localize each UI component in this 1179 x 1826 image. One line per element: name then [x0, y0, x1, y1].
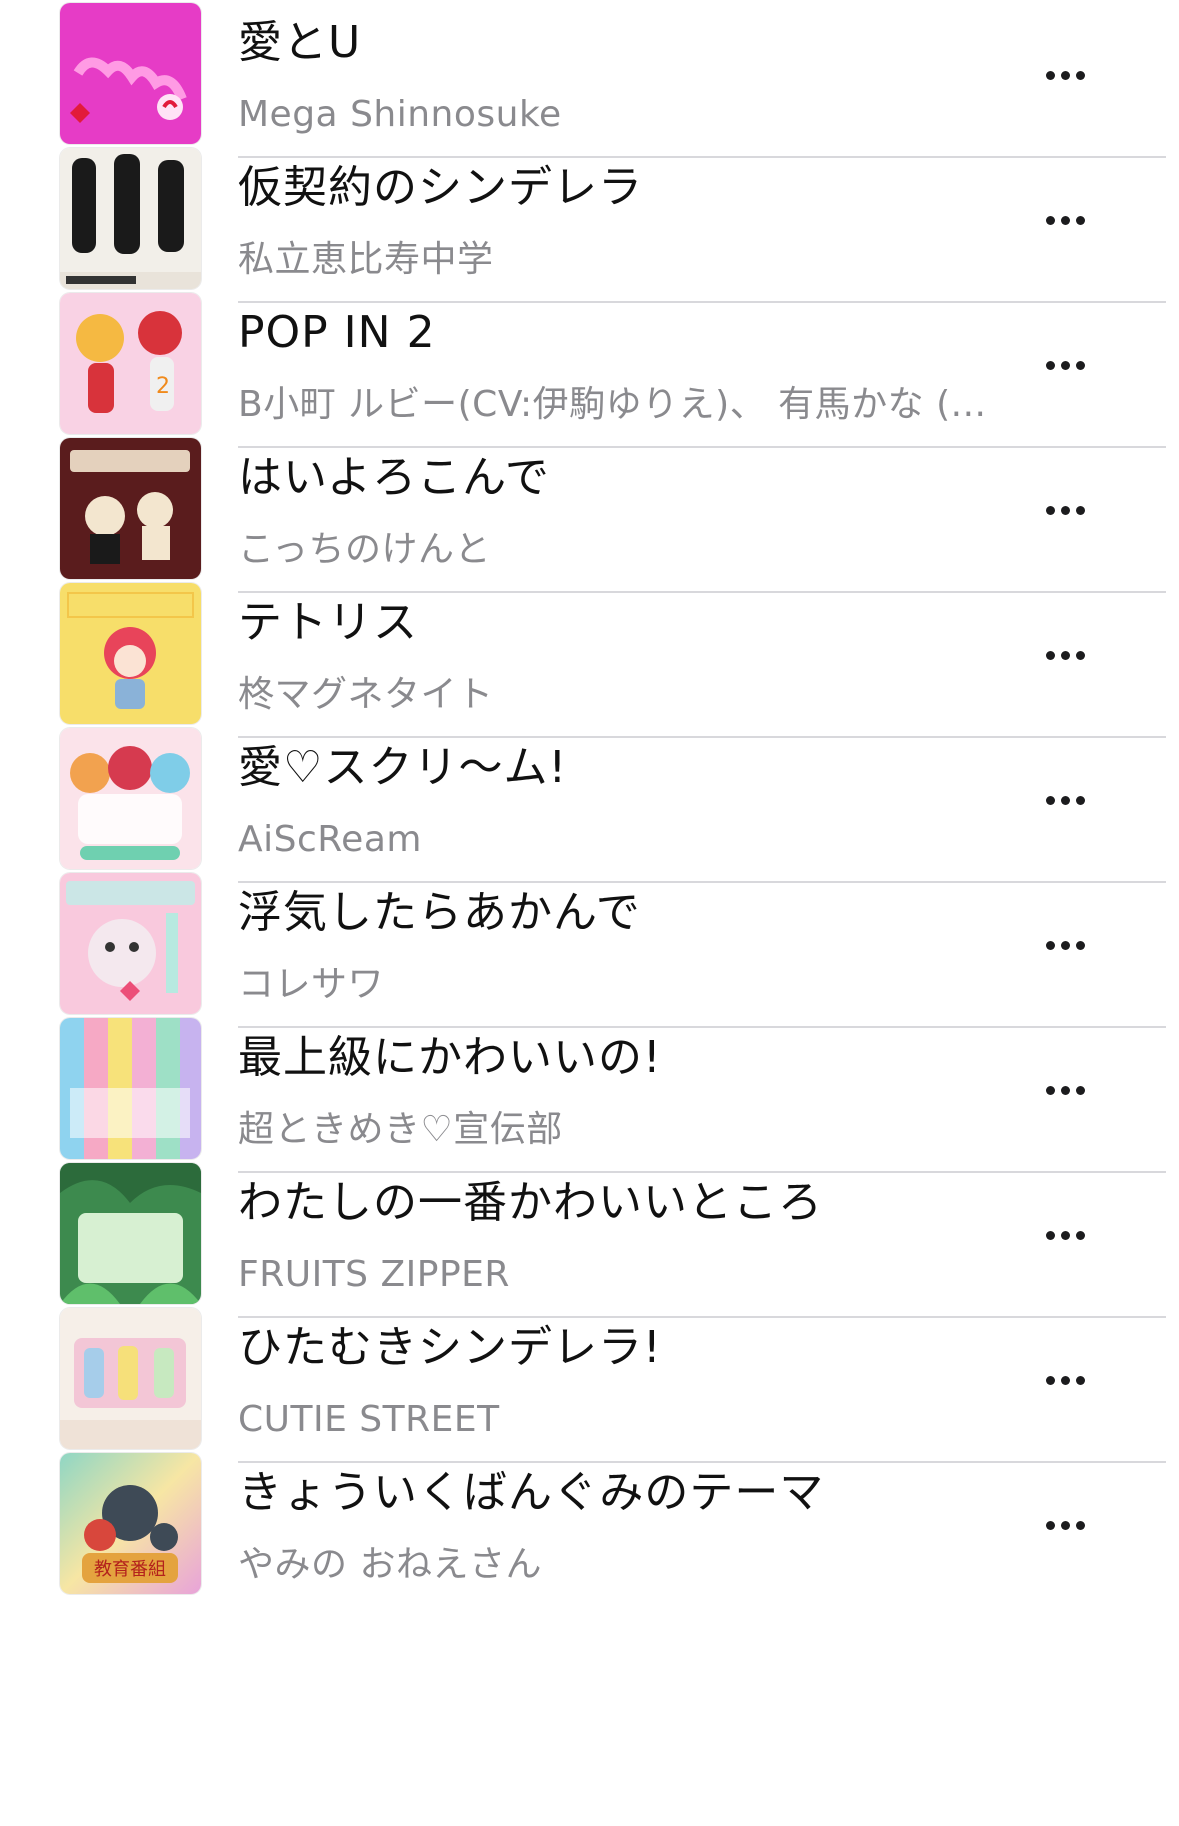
more-icon-dot — [1075, 70, 1085, 80]
song-row[interactable]: 愛とU Mega Shinnosuke — [0, 0, 1179, 168]
more-icon-dot — [1075, 1375, 1085, 1385]
more-icon-dot — [1075, 505, 1085, 515]
artwork-title: 教育番組 — [94, 1559, 166, 1580]
song-title: POP IN 2 — [238, 307, 436, 358]
album-artwork: 2 — [60, 293, 201, 434]
song-title: 最上級にかわいいの! — [238, 1032, 662, 1083]
more-icon-dot — [1060, 1085, 1070, 1095]
song-row[interactable]: わたしの一番かわいいところ FRUITS ZIPPER — [0, 1160, 1179, 1328]
song-title: きょういくばんぐみのテーマ — [238, 1467, 825, 1518]
more-icon-dot — [1045, 70, 1055, 80]
more-options-button[interactable] — [1030, 195, 1100, 245]
more-icon-dot — [1075, 1085, 1085, 1095]
more-icon-dot — [1060, 70, 1070, 80]
more-options-button[interactable] — [1030, 920, 1100, 970]
song-artist: FRUITS ZIPPER — [238, 1254, 510, 1295]
more-icon-dot — [1060, 795, 1070, 805]
more-icon-dot — [1075, 795, 1085, 805]
more-icon-dot — [1060, 1375, 1070, 1385]
more-icon-dot — [1060, 1520, 1070, 1530]
song-artist: Mega Shinnosuke — [238, 94, 562, 135]
song-row[interactable]: 仮契約のシンデレラ 私立恵比寿中学 — [0, 145, 1179, 313]
more-icon-dot — [1045, 1520, 1055, 1530]
more-icon-dot — [1045, 940, 1055, 950]
song-row[interactable]: 浮気したらあかんで コレサワ — [0, 870, 1179, 1038]
more-icon-dot — [1075, 1520, 1085, 1530]
song-title: わたしの一番かわいいところ — [238, 1177, 823, 1228]
song-title: 愛とU — [238, 17, 362, 68]
song-row[interactable]: テトリス 柊マグネタイト — [0, 580, 1179, 748]
song-title: 愛♡スクリ～ム! — [238, 742, 568, 793]
more-icon-dot — [1075, 360, 1085, 370]
more-options-button[interactable] — [1030, 775, 1100, 825]
song-row[interactable]: 愛♡スクリ～ム! AiScReam — [0, 725, 1179, 893]
song-artist: B小町 ルビー(CV:伊駒ゆりえ)、 有馬かな (... — [238, 384, 987, 425]
album-artwork — [60, 873, 201, 1014]
album-artwork — [60, 583, 201, 724]
more-options-button[interactable] — [1030, 340, 1100, 390]
album-artwork: 教育番組 — [60, 1453, 201, 1594]
album-artwork — [60, 3, 201, 144]
more-icon-dot — [1060, 1230, 1070, 1240]
song-title: はいよろこんで — [238, 452, 550, 503]
more-icon-dot — [1045, 505, 1055, 515]
album-artwork — [60, 1163, 201, 1304]
more-icon-dot — [1060, 650, 1070, 660]
song-row[interactable]: 教育番組 きょういくばんぐみのテーマ やみの おねえさん — [0, 1450, 1179, 1618]
more-icon-dot — [1045, 795, 1055, 805]
more-options-button[interactable] — [1030, 485, 1100, 535]
more-options-button[interactable] — [1030, 1210, 1100, 1260]
song-title: ひたむきシンデレラ! — [238, 1322, 662, 1373]
song-artist: 超ときめき♡宣伝部 — [238, 1109, 563, 1150]
more-icon-dot — [1075, 215, 1085, 225]
more-icon-dot — [1075, 1230, 1085, 1240]
more-icon-dot — [1045, 215, 1055, 225]
more-options-button[interactable] — [1030, 630, 1100, 680]
song-artist: こっちのけんと — [238, 529, 491, 570]
more-icon-dot — [1045, 1375, 1055, 1385]
more-icon-dot — [1060, 215, 1070, 225]
song-row[interactable]: 最上級にかわいいの! 超ときめき♡宣伝部 — [0, 1015, 1179, 1183]
song-row[interactable]: 2 POP IN 2 B小町 ルビー(CV:伊駒ゆりえ)、 有馬かな (... — [0, 290, 1179, 458]
album-artwork — [60, 1018, 201, 1159]
more-icon-dot — [1060, 360, 1070, 370]
album-artwork — [60, 1308, 201, 1449]
more-options-button[interactable] — [1030, 50, 1100, 100]
more-icon-dot — [1045, 650, 1055, 660]
song-row[interactable]: はいよろこんで こっちのけんと — [0, 435, 1179, 603]
more-icon-dot — [1045, 1085, 1055, 1095]
song-artist: 柊マグネタイト — [238, 674, 494, 715]
album-artwork — [60, 728, 201, 869]
more-icon-dot — [1075, 940, 1085, 950]
song-artist: AiScReam — [238, 819, 422, 860]
more-icon-dot — [1060, 940, 1070, 950]
song-title: テトリス — [238, 597, 418, 648]
song-title: 仮契約のシンデレラ — [238, 162, 643, 213]
more-icon-dot — [1045, 1230, 1055, 1240]
more-options-button[interactable] — [1030, 1355, 1100, 1405]
svg-text:2: 2 — [156, 374, 170, 399]
song-artist: やみの おねえさん — [238, 1544, 542, 1585]
album-artwork — [60, 148, 201, 289]
more-icon-dot — [1075, 650, 1085, 660]
more-options-button[interactable] — [1030, 1065, 1100, 1115]
more-options-button[interactable] — [1030, 1500, 1100, 1550]
song-row[interactable]: ひたむきシンデレラ! CUTIE STREET — [0, 1305, 1179, 1473]
song-artist: コレサワ — [238, 964, 385, 1005]
more-icon-dot — [1060, 505, 1070, 515]
song-artist: 私立恵比寿中学 — [238, 239, 494, 280]
album-artwork — [60, 438, 201, 579]
song-artist: CUTIE STREET — [238, 1399, 500, 1440]
song-title: 浮気したらあかんで — [238, 887, 641, 938]
more-icon-dot — [1045, 360, 1055, 370]
